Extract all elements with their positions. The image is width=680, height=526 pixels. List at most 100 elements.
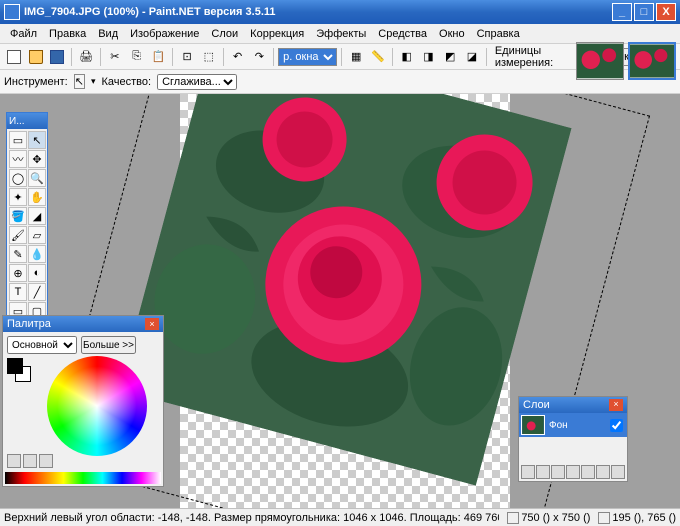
open-button[interactable] [26, 47, 46, 67]
tool-recolor[interactable]: ◐ [28, 264, 46, 282]
tool-brush[interactable]: 🖌 [9, 226, 27, 244]
color-palette-title[interactable]: Палитра × [3, 316, 163, 332]
deselect-button[interactable]: ⬚ [199, 47, 219, 67]
menu-image[interactable]: Изображение [124, 26, 205, 42]
separator [341, 48, 342, 66]
redo-button[interactable]: ↷ [249, 47, 269, 67]
tool-wand[interactable]: ✦ [9, 188, 27, 206]
layer-add-button[interactable] [521, 465, 535, 479]
minimize-button[interactable]: _ [612, 3, 632, 21]
grid-button[interactable]: ▦ [346, 47, 366, 67]
layer-name: Фон [549, 420, 568, 431]
tool-dropdown-icon[interactable]: ▾ [91, 76, 96, 87]
canvas[interactable] [180, 94, 510, 508]
menu-tools[interactable]: Средства [372, 26, 433, 42]
color-mode-select[interactable]: Основной [7, 336, 77, 354]
print-button[interactable]: 🖨 [76, 47, 96, 67]
close-button[interactable]: X [656, 3, 676, 21]
tool-lasso[interactable]: 〰 [9, 150, 27, 168]
doc-thumb-2[interactable] [628, 42, 676, 80]
tool-ellipse-select[interactable]: ◯ [9, 169, 27, 187]
ruler-button[interactable]: 📏 [368, 47, 388, 67]
layer-visible-checkbox[interactable] [610, 419, 623, 432]
tool-eraser[interactable]: ▱ [28, 226, 46, 244]
paste-button[interactable]: 📋 [148, 47, 168, 67]
copy-button[interactable]: ⎘ [127, 47, 147, 67]
menu-help[interactable]: Справка [471, 26, 526, 42]
menu-file[interactable]: Файл [4, 26, 43, 42]
menu-effects[interactable]: Эффекты [310, 26, 372, 42]
menu-layers[interactable]: Слои [205, 26, 244, 42]
size-icon [507, 512, 519, 524]
layer-props-button[interactable] [611, 465, 625, 479]
pos-icon [598, 512, 610, 524]
window-title: IMG_7904.JPG (100%) - Paint.NET версия 3… [24, 6, 612, 18]
color-strip[interactable] [5, 472, 161, 484]
window-buttons: _ □ X [612, 3, 676, 21]
color-palette-close[interactable]: × [145, 318, 159, 330]
pal4-button[interactable]: ◪ [462, 47, 482, 67]
cut-button[interactable]: ✂ [105, 47, 125, 67]
color-wheel[interactable] [47, 356, 147, 456]
color-palette: Палитра × Основной Больше >> [2, 315, 164, 487]
palette-btn-2[interactable] [23, 454, 37, 468]
tool-pencil[interactable]: ✎ [9, 245, 27, 263]
layer-down-button[interactable] [596, 465, 610, 479]
layer-row[interactable]: Фон [519, 413, 627, 437]
tool-gradient[interactable]: ◢ [28, 207, 46, 225]
image-content [118, 94, 571, 486]
tool-fill[interactable]: 🪣 [9, 207, 27, 225]
menu-adjust[interactable]: Коррекция [244, 26, 310, 42]
tools-palette-title[interactable]: И... [7, 113, 47, 129]
tool-line[interactable]: ╱ [28, 283, 46, 301]
menu-window[interactable]: Окно [433, 26, 471, 42]
palette-btn-1[interactable] [7, 454, 21, 468]
more-button[interactable]: Больше >> [81, 336, 136, 354]
tool-move-select[interactable]: ↖ [28, 131, 46, 149]
tool-zoom[interactable]: 🔍 [28, 169, 46, 187]
layers-palette-title[interactable]: Слои × [519, 397, 627, 413]
tool-clone[interactable]: ⊕ [9, 264, 27, 282]
menu-view[interactable]: Вид [92, 26, 124, 42]
layers-palette-close[interactable]: × [609, 399, 623, 411]
separator [486, 48, 487, 66]
tool-rect-select[interactable]: ▭ [9, 131, 27, 149]
pal2-button[interactable]: ◨ [419, 47, 439, 67]
layer-dup-button[interactable] [551, 465, 565, 479]
new-button[interactable] [4, 47, 24, 67]
pal1-button[interactable]: ◧ [397, 47, 417, 67]
status-size: 750 () x 750 () [521, 512, 590, 524]
separator [71, 48, 72, 66]
undo-button[interactable]: ↶ [228, 47, 248, 67]
layer-thumb [521, 415, 545, 435]
instrument-label: Инструмент: [4, 76, 68, 88]
main-toolbar: 🖨 ✂ ⎘ 📋 ⊡ ⬚ ↶ ↷ р. окна ▦ 📏 ◧ ◨ ◩ ◪ Един… [0, 44, 680, 70]
tool-text[interactable]: T [9, 283, 27, 301]
save-button[interactable] [48, 47, 68, 67]
crop-button[interactable]: ⊡ [177, 47, 197, 67]
new-icon [7, 50, 21, 64]
quality-label: Качество: [102, 76, 152, 88]
pal3-button[interactable]: ◩ [440, 47, 460, 67]
titlebar: IMG_7904.JPG (100%) - Paint.NET версия 3… [0, 0, 680, 24]
maximize-button[interactable]: □ [634, 3, 654, 21]
palette-btn-3[interactable] [39, 454, 53, 468]
tool-picker[interactable]: 💧 [28, 245, 46, 263]
layer-merge-button[interactable] [566, 465, 580, 479]
layer-del-button[interactable] [536, 465, 550, 479]
open-icon [29, 50, 43, 64]
quality-select[interactable]: Сглажива... [157, 74, 237, 90]
tool-move[interactable]: ✥ [28, 150, 46, 168]
separator [172, 48, 173, 66]
doc-thumb-1[interactable] [576, 42, 624, 80]
layer-up-button[interactable] [581, 465, 595, 479]
zoom-select[interactable]: р. окна [278, 48, 337, 66]
tool-pan[interactable]: ✋ [28, 188, 46, 206]
separator [273, 48, 274, 66]
menu-edit[interactable]: Правка [43, 26, 92, 42]
app-icon [4, 4, 20, 20]
tools-palette: И... ▭ ↖ 〰 ✥ ◯ 🔍 ✦ ✋ 🪣 ◢ 🖌 ▱ ✎ 💧 ⊕ ◐ T ╱… [6, 112, 48, 342]
status-text: Верхний левый угол области: -148, -148. … [4, 512, 499, 524]
active-tool-icon[interactable]: ↖ [74, 74, 85, 89]
foreground-swatch[interactable] [7, 358, 23, 374]
